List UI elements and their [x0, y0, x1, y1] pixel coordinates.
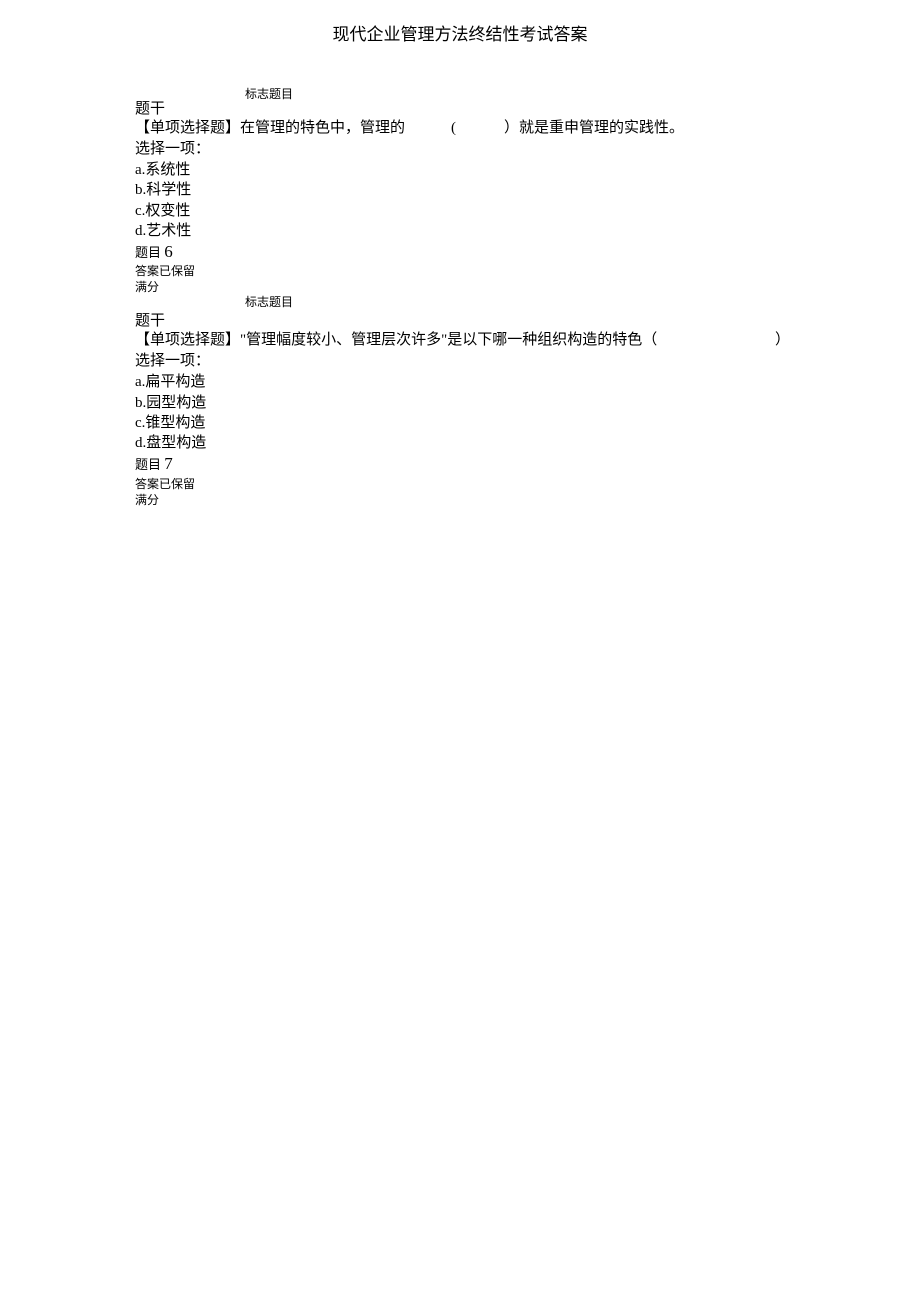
- option-letter-2d: d.: [135, 435, 146, 451]
- document-page: 现代企业管理方法终结性考试答案 标志题目 题干 【单项选择题】在管理的特色中，管…: [0, 0, 920, 508]
- answer-saved-1: 答案已保留: [135, 263, 795, 279]
- answer-saved-2: 答案已保留: [135, 476, 795, 492]
- option-1d[interactable]: d.艺术性: [135, 221, 795, 241]
- option-letter-1c: c.: [135, 203, 145, 219]
- option-2d[interactable]: d.盘型构造: [135, 433, 795, 453]
- option-text-2c: 锥型构造: [145, 415, 205, 431]
- question-text-2: 【单项选择题】"管理幅度较小、管理层次许多"是以下哪一种组织构造的特色（ ）: [135, 330, 795, 351]
- question-type-1: 【单项选择题】: [135, 120, 240, 136]
- stem-label-1: 题干: [135, 85, 795, 118]
- option-1c[interactable]: c.权变性: [135, 201, 795, 221]
- option-text-2d: 盘型构造: [146, 435, 206, 451]
- option-letter-2c: c.: [135, 415, 145, 431]
- content-column: 标志题目 题干 【单项选择题】在管理的特色中，管理的(）就是重申管理的实践性。 …: [135, 85, 795, 508]
- select-label-2: 选择一项：: [135, 351, 795, 372]
- option-2b[interactable]: b.园型构造: [135, 393, 795, 413]
- question-after-1: ）就是重申管理的实践性。: [504, 120, 684, 136]
- full-score-1: 满分: [135, 279, 795, 295]
- flag-question-link-1[interactable]: 标志题目: [245, 85, 293, 102]
- qnum-label-1: 题目: [135, 245, 161, 260]
- option-text-1b: 科学性: [146, 182, 191, 198]
- open-paren-1: (: [451, 120, 456, 136]
- question-text-1: 【单项选择题】在管理的特色中，管理的 ( ）就是重申管理的实践性。: [135, 118, 795, 139]
- question-type-2: 【单项选择题】: [135, 332, 240, 348]
- qnum-1: 6: [164, 242, 173, 261]
- option-text-1d: 艺术性: [146, 223, 191, 239]
- question-number-line-2: 题目 7: [135, 453, 795, 475]
- option-1a[interactable]: a.系统性: [135, 160, 795, 180]
- option-letter-1d: d.: [135, 223, 146, 239]
- option-letter-1a: a.: [135, 162, 145, 178]
- page-title: 现代企业管理方法终结性考试答案: [0, 20, 920, 45]
- option-text-2a: 扁平构造: [145, 374, 205, 390]
- question-before-1: 在管理的特色中，管理的: [240, 120, 405, 136]
- qnum-2: 7: [164, 454, 173, 473]
- flag-question-link-2[interactable]: 标志题目: [245, 293, 293, 310]
- question-main-2: "管理幅度较小、管理层次许多"是以下哪一种组织构造的特色（: [240, 332, 657, 348]
- option-text-1a: 系统性: [145, 162, 190, 178]
- full-score-2: 满分: [135, 492, 795, 508]
- option-letter-2b: b.: [135, 395, 146, 411]
- option-text-1c: 权变性: [145, 203, 190, 219]
- option-1b[interactable]: b.科学性: [135, 180, 795, 200]
- question-number-line-1: 题目 6: [135, 241, 795, 263]
- qnum-label-2: 题目: [135, 457, 161, 472]
- stem-label-2: 题干: [135, 309, 795, 330]
- option-letter-2a: a.: [135, 374, 145, 390]
- option-text-2b: 园型构造: [146, 395, 206, 411]
- select-label-1: 选择一项：: [135, 139, 795, 160]
- close-paren-2: ）: [775, 330, 790, 351]
- option-2a[interactable]: a.扁平构造: [135, 372, 795, 392]
- option-2c[interactable]: c.锥型构造: [135, 413, 795, 433]
- option-letter-1b: b.: [135, 182, 146, 198]
